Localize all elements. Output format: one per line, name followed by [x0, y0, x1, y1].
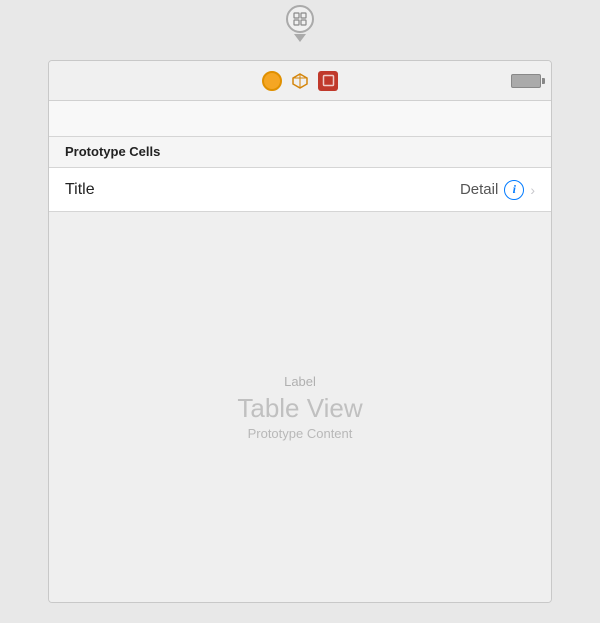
main-card: Prototype Cells Title Detail i › Label T… — [48, 60, 552, 603]
placeholder-label: Label — [284, 374, 316, 389]
title-row-right: Detail i › — [460, 180, 535, 200]
cube-icon — [290, 71, 310, 91]
info-button[interactable]: i — [504, 180, 524, 200]
chevron-right-icon: › — [530, 182, 535, 198]
title-row[interactable]: Title Detail i › — [49, 168, 551, 212]
detail-label: Detail — [460, 181, 498, 198]
title-cell-label: Title — [65, 181, 95, 199]
connector — [286, 5, 314, 42]
battery-icon — [511, 74, 541, 88]
nav-bar — [49, 101, 551, 137]
toolbar — [49, 61, 551, 101]
connector-icon — [286, 5, 314, 33]
placeholder-subtitle: Prototype Content — [248, 426, 353, 441]
orange-circle-icon — [262, 71, 282, 91]
placeholder-title: Table View — [237, 393, 362, 424]
toolbar-icons — [262, 71, 338, 91]
red-storyboard-icon — [318, 71, 338, 91]
canvas: Prototype Cells Title Detail i › Label T… — [0, 0, 600, 623]
table-view-content: Label Table View Prototype Content — [49, 212, 551, 602]
connector-arrow-icon — [294, 34, 306, 42]
prototype-cells-header: Prototype Cells — [49, 137, 551, 168]
prototype-cells-label: Prototype Cells — [65, 144, 160, 159]
